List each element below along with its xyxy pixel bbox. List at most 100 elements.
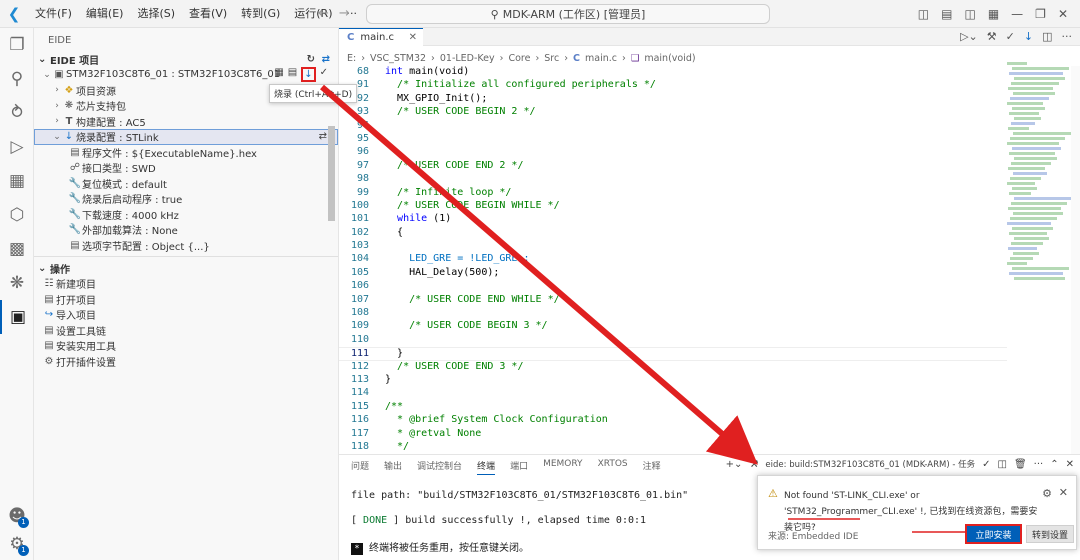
flash-item-reset-mode[interactable]: 🔧 复位模式 : default [34,176,338,192]
maximize-panel-icon[interactable]: ⌃ [1050,459,1058,470]
source-control-icon[interactable]: ⥁ [0,96,34,130]
code-line[interactable]: 100 /* USER CODE BEGIN WHILE */ [339,200,1007,213]
menu-selection[interactable]: 选择(S) [130,0,182,28]
flash-download-button[interactable]: ↓ [301,67,316,83]
code-line[interactable]: 108 [339,307,1007,320]
close-window-icon[interactable]: ✕ [1058,7,1068,21]
eide-chip-icon[interactable]: ▣ [0,300,34,334]
flash-item-interface[interactable]: ☍ 接口类型 : SWD [34,160,338,176]
code-editor[interactable]: 68 int main(void) 91 /* Initialize all con… [339,66,1007,454]
panel-tab-comments[interactable]: 注释 [643,459,661,475]
task-label[interactable]: eide: build:STM32F103C8T6_01 (MDK-ARM) -… [765,458,975,470]
more-actions-icon[interactable]: ··· [1062,30,1073,43]
breadcrumb-item[interactable]: Core [508,53,530,64]
op-new-project[interactable]: ☷ 新建项目 [34,276,338,292]
code-line[interactable]: 102 { [339,227,1007,240]
breadcrumb-item[interactable]: E: [347,53,356,64]
menu-go[interactable]: 转到(G) [234,0,287,28]
flash-item-speed[interactable]: 🔧 下载速度 : 4000 kHz [34,207,338,223]
panel-tab-debug-console[interactable]: 调试控制台 [417,459,462,475]
panel-tab-terminal[interactable]: 终端 [477,459,496,475]
build-icon[interactable]: ▦ [274,67,283,82]
close-panel-icon[interactable]: ✕ [1066,459,1074,470]
command-center-search[interactable]: ⚲ MDK-ARM (工作区) [管理员] [366,4,770,24]
manage-gear-icon[interactable]: ⚙ 1 [0,530,34,558]
extensions-icon[interactable]: ▦ [0,164,34,198]
new-terminal-icon[interactable]: +⌄ [726,459,743,470]
code-line[interactable]: 114 [339,387,1007,400]
code-line[interactable]: 112 /* USER CODE END 3 */ [339,361,1007,374]
toggle-sidebar-icon[interactable]: ◫ [918,7,929,21]
minimize-icon[interactable]: — [1011,7,1023,21]
close-icon[interactable]: ✕ [1059,486,1068,499]
editor-scrollbar[interactable] [1071,66,1080,454]
flow-icon[interactable]: ❋ [0,266,34,300]
layout-icon[interactable]: ▦ [988,7,999,21]
minimap[interactable] [1007,62,1073,302]
panel-tab-memory[interactable]: MEMORY [543,459,582,475]
op-open-project[interactable]: ▤ 打开项目 [34,292,338,308]
code-line[interactable]: 99 /* Infinite loop */ [339,187,1007,200]
forward-arrow-icon[interactable]: → [339,6,360,21]
code-line[interactable]: 113} [339,374,1007,387]
build-hammer-icon[interactable]: ⚒ [987,30,997,43]
code-line[interactable]: 118 */ [339,441,1007,454]
terminal-view-icon[interactable]: ▩ [0,232,34,266]
back-arrow-icon[interactable]: ← [318,6,339,21]
code-line[interactable]: 111 } [339,347,1007,361]
menu-edit[interactable]: 编辑(E) [79,0,131,28]
toggle-panel-icon[interactable]: ▤ [941,7,952,21]
panel-tab-output[interactable]: 输出 [384,459,402,475]
trash-icon[interactable]: 🗑 [1014,459,1027,470]
cmake-icon[interactable]: ⬡ [0,198,34,232]
code-line[interactable]: 107 /* USER CODE END WHILE */ [339,294,1007,307]
code-line[interactable]: 105 HAL_Delay(500); [339,267,1007,280]
close-tab-icon[interactable]: ✕ [409,32,423,43]
panel-tab-ports[interactable]: 端口 [510,459,528,475]
code-line[interactable]: 94 [339,120,1007,133]
download-icon[interactable]: ↓ [1024,30,1033,43]
run-debug-icon[interactable]: ▷⌄ [960,30,978,43]
run-debug-icon[interactable]: ▷ [0,130,34,164]
refresh-icon[interactable]: ↻ [307,54,315,65]
search-view-icon[interactable]: ⚲ [0,62,34,96]
code-line[interactable]: 106 [339,280,1007,293]
code-line[interactable]: 116 * @brief System Clock Configuration [339,414,1007,427]
explorer-icon[interactable]: ❐ [0,28,34,62]
ops-section-header[interactable]: ⌄ 操作 [34,260,338,276]
code-line[interactable]: 101 while (1) [339,213,1007,226]
tree-item-flash-config[interactable]: ⌄ ↓ 烧录配置 : STLink ⇄ [34,129,338,145]
project-section-header[interactable]: ⌄ EIDE 项目 ↻ ⇄ [34,51,338,67]
op-plugin-settings[interactable]: ⚙ 打开插件设置 [34,354,338,370]
flash-item-option-bytes[interactable]: ▤ 选项字节配置 : Object {...} [34,238,338,254]
split-editor-icon[interactable]: ◫ [1042,30,1052,43]
op-install-tools[interactable]: ▤ 安装实用工具 [34,338,338,354]
flash-item-external-loader[interactable]: 🔧 外部加载算法 : None [34,222,338,238]
switch-project-icon[interactable]: ⇄ [322,54,330,65]
menu-file[interactable]: 文件(F) [28,0,79,28]
rebuild-icon[interactable]: ▤ [288,67,297,82]
sidebar-scrollbar[interactable] [328,126,335,221]
code-line[interactable]: 92 MX_GPIO_Init(); [339,93,1007,106]
menu-view[interactable]: 查看(V) [182,0,234,28]
code-line[interactable]: 109 /* USER CODE BEGIN 3 */ [339,320,1007,333]
code-line[interactable]: 68 int main(void) [339,66,1007,79]
code-line[interactable]: 117 * @retval None [339,428,1007,441]
clean-icon[interactable]: ✓ [320,67,328,82]
breadcrumb-item[interactable]: Src [544,53,559,64]
switch-flasher-icon[interactable]: ⇄ [319,131,327,142]
op-import-project[interactable]: ↪ 导入项目 [34,307,338,323]
code-line[interactable]: 95 [339,133,1007,146]
tab-main-c[interactable]: C main.c ✕ [339,28,423,46]
code-line[interactable]: 96 [339,146,1007,159]
check-icon[interactable]: ✓ [982,459,990,470]
op-set-toolchain[interactable]: ▤ 设置工具链 [34,323,338,339]
code-line[interactable]: 115 /** [339,401,1007,414]
flash-item-run-after[interactable]: 🔧 烧录后启动程序 : true [34,191,338,207]
code-line[interactable]: 93 /* USER CODE BEGIN 2 */ [339,106,1007,119]
tree-item-build-config[interactable]: › T 构建配置 : AC5 [34,114,338,130]
go-to-settings-button[interactable]: 转到设置 [1026,525,1074,543]
project-root-row[interactable]: ⌄ ▣ STM32F103C8T6_01 : STM32F103C8T6_01 … [34,67,338,83]
breadcrumb-item[interactable]: main.c [585,53,617,64]
code-line[interactable]: 103 [339,240,1007,253]
